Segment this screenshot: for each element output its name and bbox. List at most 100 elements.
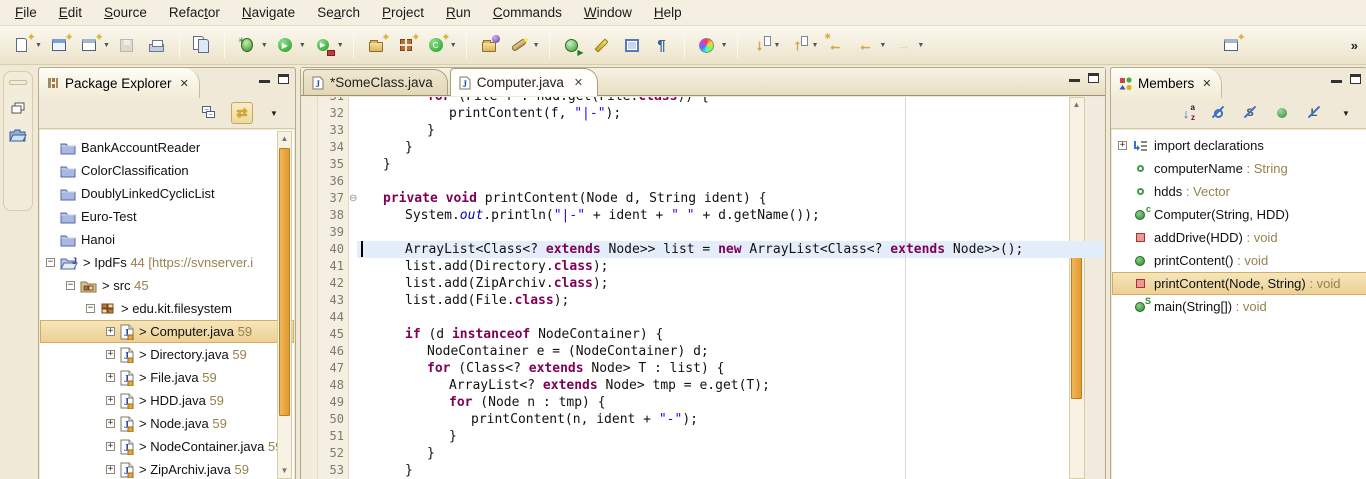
hide-local-types-button[interactable]: L (1303, 102, 1325, 124)
next-annotation-button[interactable]: ↓ (748, 33, 772, 57)
minimize-icon[interactable] (259, 74, 270, 83)
tree-item-directory-java[interactable]: +J> Directory.java 59 (40, 343, 294, 366)
tree-expander-icon[interactable]: + (106, 442, 115, 451)
tree-item-euro-test[interactable]: Euro-Test (40, 205, 294, 228)
member-item-adddrive-hdd-[interactable]: addDrive(HDD) : void (1112, 226, 1366, 249)
fold-collapse-icon[interactable]: ⊖ (349, 190, 357, 207)
show-public-button[interactable] (1271, 102, 1293, 124)
open-element-button[interactable] (190, 33, 214, 57)
menu-refactor[interactable]: Refactor (158, 1, 231, 24)
previous-annotation-button[interactable]: ↑ (785, 33, 809, 57)
new-class-button[interactable]: C✦ (424, 33, 448, 57)
minimize-icon[interactable] (1069, 73, 1080, 82)
view-menu-button[interactable]: ▼ (1335, 102, 1357, 124)
menu-commands[interactable]: Commands (482, 1, 573, 24)
menu-help[interactable]: Help (643, 1, 693, 24)
editor-tab-computer-java[interactable]: JComputer.java✕ (450, 68, 598, 96)
new-window-button[interactable]: ✦ (47, 33, 71, 57)
sort-button[interactable]: ↓az (1175, 102, 1197, 124)
package-explorer-scrollbar[interactable]: ▲ ▼ (277, 131, 292, 479)
save-button[interactable] (115, 33, 139, 57)
new-view-window-button[interactable]: ✦ (1219, 33, 1243, 57)
color-wheel-button[interactable] (695, 33, 719, 57)
tree-expander-icon[interactable]: + (106, 350, 115, 359)
scroll-down-icon[interactable]: ▼ (278, 464, 291, 478)
tree-item-colorclassification[interactable]: ColorClassification (40, 159, 294, 182)
new-view-button[interactable]: ✦ (77, 33, 101, 57)
back-button-dropdown[interactable]: ▼ (879, 42, 886, 49)
new-wizard-button-dropdown[interactable]: ▼ (35, 42, 42, 49)
close-view-icon[interactable]: ✕ (1202, 77, 1211, 90)
collapse-all-button[interactable]: −− (199, 102, 221, 124)
link-with-editor-button[interactable]: ⇄ (231, 102, 253, 124)
maximize-icon[interactable] (278, 74, 289, 84)
scrollbar-thumb[interactable] (279, 148, 290, 416)
menu-window[interactable]: Window (573, 1, 643, 24)
new-class-button-dropdown[interactable]: ▼ (450, 42, 457, 49)
java-browsing-icon[interactable] (9, 128, 27, 142)
forward-button[interactable]: → (891, 33, 915, 57)
new-view-button-dropdown[interactable]: ▼ (103, 42, 110, 49)
run-history-button[interactable]: ▶ (560, 33, 584, 57)
show-whitespace-button[interactable]: ¶ (650, 33, 674, 57)
restore-view-icon[interactable] (11, 102, 25, 114)
show-view-button[interactable] (620, 33, 644, 57)
new-java-project-button[interactable]: ✦ (364, 33, 388, 57)
editor-tab--someclass-java[interactable]: J*SomeClass.java (303, 69, 448, 95)
new-wizard-button[interactable]: ✦ (9, 33, 33, 57)
member-item-printcontent-[interactable]: printContent() : void (1112, 249, 1366, 272)
member-item-import-declarations[interactable]: +import declarations (1112, 134, 1366, 157)
tree-item-file-java[interactable]: +J> File.java 59 (40, 366, 294, 389)
hide-static-button[interactable]: S (1239, 102, 1261, 124)
tree-expander-icon[interactable]: + (106, 419, 115, 428)
tree-item-nodecontainer-java[interactable]: +J> NodeContainer.java 59 (40, 435, 294, 458)
color-wheel-button-dropdown[interactable]: ▼ (721, 42, 728, 49)
member-item-hdds[interactable]: hdds : Vector (1112, 180, 1366, 203)
view-menu-button[interactable]: ▼ (263, 102, 285, 124)
tree-expander-icon[interactable]: − (66, 281, 75, 290)
member-item-computername[interactable]: computerName : String (1112, 157, 1366, 180)
tree-expander-icon[interactable]: + (106, 465, 115, 474)
members-tab[interactable]: Members ✕ (1111, 68, 1222, 98)
open-type-button[interactable] (477, 33, 501, 57)
tree-expander-icon[interactable]: + (106, 373, 115, 382)
highlight-button[interactable] (590, 33, 614, 57)
menu-edit[interactable]: Edit (48, 1, 93, 24)
search-button-dropdown[interactable]: ▼ (533, 42, 540, 49)
tree-item-doublylinkedcycliclist[interactable]: DoublyLinkedCyclicList (40, 182, 294, 205)
print-button[interactable] (145, 33, 169, 57)
maximize-icon[interactable] (1088, 73, 1099, 83)
member-item-main-string-[interactable]: Smain(String[]) : void (1112, 295, 1366, 318)
external-tools-button-dropdown[interactable]: ▼ (337, 42, 344, 49)
menu-navigate[interactable]: Navigate (231, 1, 306, 24)
run-button-dropdown[interactable]: ▼ (299, 42, 306, 49)
menu-file[interactable]: File (4, 1, 48, 24)
new-package-button[interactable]: ✦ (394, 33, 418, 57)
scroll-up-icon[interactable]: ▲ (278, 132, 291, 146)
tree-item-hanoi[interactable]: Hanoi (40, 228, 294, 251)
tree-item-bankaccountreader[interactable]: BankAccountReader (40, 136, 294, 159)
tree-item-node-java[interactable]: +J> Node.java 59 (40, 412, 294, 435)
tree-expander-icon[interactable]: − (46, 258, 55, 267)
tree-item-src[interactable]: −> src 45 (40, 274, 294, 297)
menu-run[interactable]: Run (435, 1, 482, 24)
tree-item-hdd-java[interactable]: +J> HDD.java 59 (40, 389, 294, 412)
tree-expander-icon[interactable]: + (106, 396, 115, 405)
menu-project[interactable]: Project (371, 1, 435, 24)
tree-expander-icon[interactable]: − (86, 304, 95, 313)
run-button[interactable]: ▶ (273, 33, 297, 57)
search-button[interactable] (507, 33, 531, 57)
maximize-icon[interactable] (1350, 74, 1361, 84)
previous-annotation-button-dropdown[interactable]: ▼ (811, 42, 818, 49)
member-expander-icon[interactable]: + (1118, 141, 1127, 150)
menu-search[interactable]: Search (306, 1, 371, 24)
tree-item-ziparchiv-java[interactable]: +J> ZipArchiv.java 59 (40, 458, 294, 479)
close-tab-icon[interactable]: ✕ (574, 76, 583, 89)
package-explorer-tab[interactable]: Package Explorer ✕ (39, 68, 200, 98)
code-area[interactable]: for (File f : hdd.get(File.class)) {prin… (357, 97, 1104, 479)
debug-button[interactable] (235, 33, 259, 57)
menu-source[interactable]: Source (93, 1, 158, 24)
back-button[interactable]: ← (853, 33, 877, 57)
toolbar-overflow-chevron[interactable]: » (1351, 38, 1356, 53)
tree-expander-icon[interactable]: + (106, 327, 115, 336)
